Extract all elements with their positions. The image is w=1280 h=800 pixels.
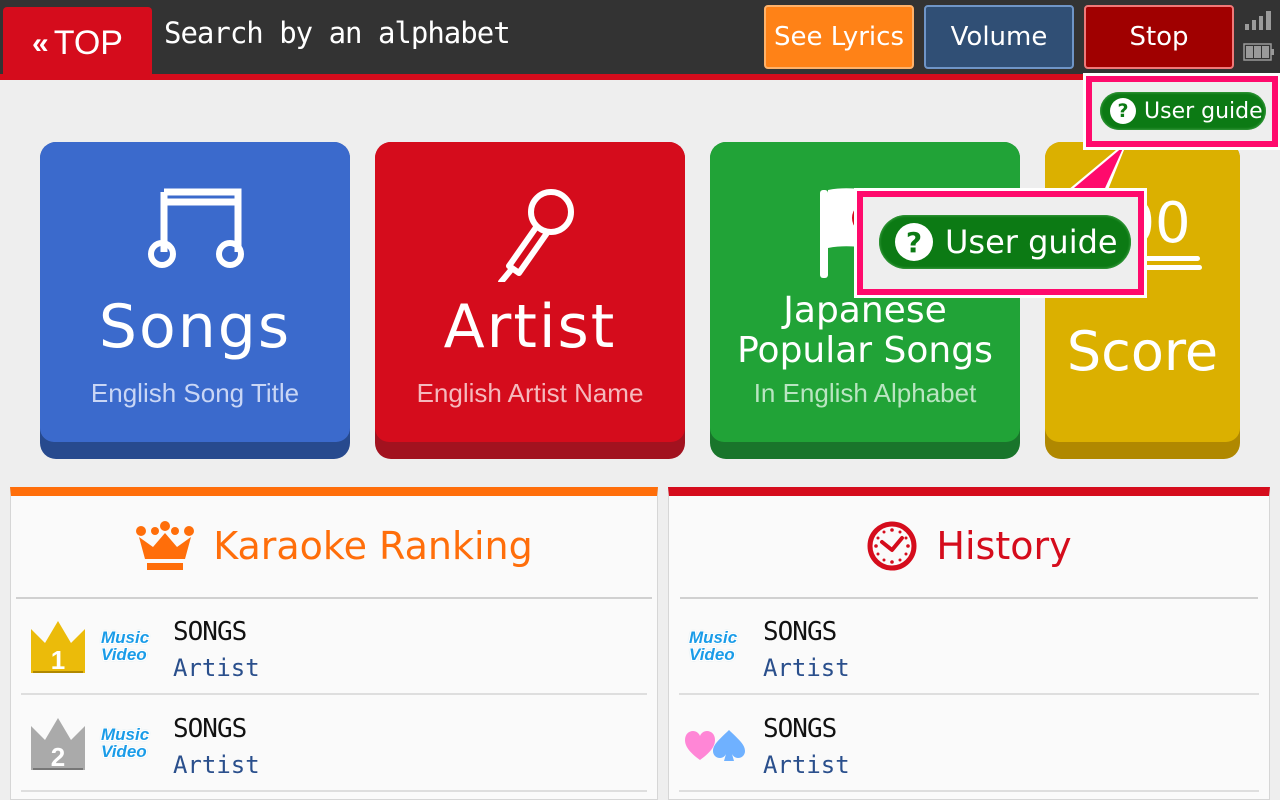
user-guide-label: User guide <box>1144 98 1263 124</box>
score-tile-title: Score <box>1066 320 1219 383</box>
artist-tile-subtitle: English Artist Name <box>416 378 644 408</box>
music-video-icon: Music Video <box>101 726 155 766</box>
mv-line1: Music <box>101 725 150 744</box>
stop-button[interactable]: Stop <box>1084 5 1234 69</box>
crown-icon <box>136 521 195 570</box>
japanese-popular-songs-tile[interactable]: Japanese Popular Songs In English Alphab… <box>710 142 1020 459</box>
history-panel: History Music Video SONGS Artist SONGS A… <box>668 487 1270 800</box>
song-title: SONGS <box>173 714 247 744</box>
user-guide-callout-button[interactable]: ? User guide <box>879 215 1131 269</box>
jpop-tile-title-line1: Japanese <box>783 290 947 331</box>
microphone-icon <box>498 189 574 282</box>
songs-tile-title: Songs <box>98 292 292 362</box>
ranking-row[interactable]: 1 Music Video SONGS Artist <box>21 599 647 695</box>
volume-button[interactable]: Volume <box>924 5 1074 69</box>
history-header[interactable]: History <box>669 496 1269 596</box>
music-note-icon <box>148 188 244 268</box>
music-video-icon: Music Video <box>101 629 155 669</box>
mv-line2: Video <box>101 742 147 761</box>
page-title: Search by an alphabet <box>164 16 511 50</box>
jpop-tile-subtitle: In English Alphabet <box>753 378 977 408</box>
user-guide-callout-label: User guide <box>945 223 1118 261</box>
history-row[interactable]: SONGS Artist <box>679 696 1259 792</box>
ranking-header[interactable]: Karaoke Ranking <box>11 496 657 596</box>
signal-icon <box>1245 11 1271 30</box>
song-title: SONGS <box>763 714 837 744</box>
song-title: SONGS <box>173 617 247 647</box>
top-button[interactable]: « TOP <box>3 7 152 80</box>
rank-number: 1 <box>50 645 66 675</box>
history-title: History <box>936 524 1072 568</box>
ranking-row[interactable]: 2 Music Video SONGS Artist <box>21 696 647 792</box>
mv-line2: Video <box>101 645 147 664</box>
ranking-title: Karaoke Ranking <box>213 524 533 568</box>
user-guide-callout: ? User guide <box>854 188 1147 298</box>
artist-tile-title: Artist <box>443 292 617 362</box>
mv-line1: Music <box>101 628 150 647</box>
duet-hearts-spades-icon <box>685 730 745 761</box>
jpop-tile-title-line2: Popular Songs <box>737 330 993 371</box>
rank-number: 2 <box>50 742 66 772</box>
mv-line2: Video <box>689 645 735 664</box>
see-lyrics-button[interactable]: See Lyrics <box>764 5 914 69</box>
double-chevron-left-icon: « <box>32 26 49 60</box>
song-title: SONGS <box>763 617 837 647</box>
artist-name: Artist <box>173 751 260 779</box>
clock-icon <box>867 521 917 571</box>
artist-name: Artist <box>173 654 260 682</box>
top-button-label: TOP <box>53 24 123 62</box>
question-icon: ? <box>895 223 933 261</box>
user-guide-button[interactable]: ? User guide <box>1100 92 1266 130</box>
score-tile[interactable]: 00 Score <box>1045 142 1240 459</box>
songs-tile-subtitle: English Song Title <box>90 378 300 408</box>
mv-line1: Music <box>689 628 738 647</box>
artist-name: Artist <box>763 751 850 779</box>
songs-tile[interactable]: Songs English Song Title <box>40 142 350 459</box>
artist-name: Artist <box>763 654 850 682</box>
history-row[interactable]: Music Video SONGS Artist <box>679 599 1259 695</box>
artist-tile[interactable]: Artist English Artist Name <box>375 142 685 459</box>
question-icon: ? <box>1110 98 1136 124</box>
music-video-icon: Music Video <box>689 629 743 669</box>
karaoke-ranking-panel: Karaoke Ranking 1 Music Video SONGS Arti… <box>10 487 658 800</box>
battery-icon <box>1243 43 1274 61</box>
user-guide-highlight: ? User guide <box>1083 73 1280 150</box>
